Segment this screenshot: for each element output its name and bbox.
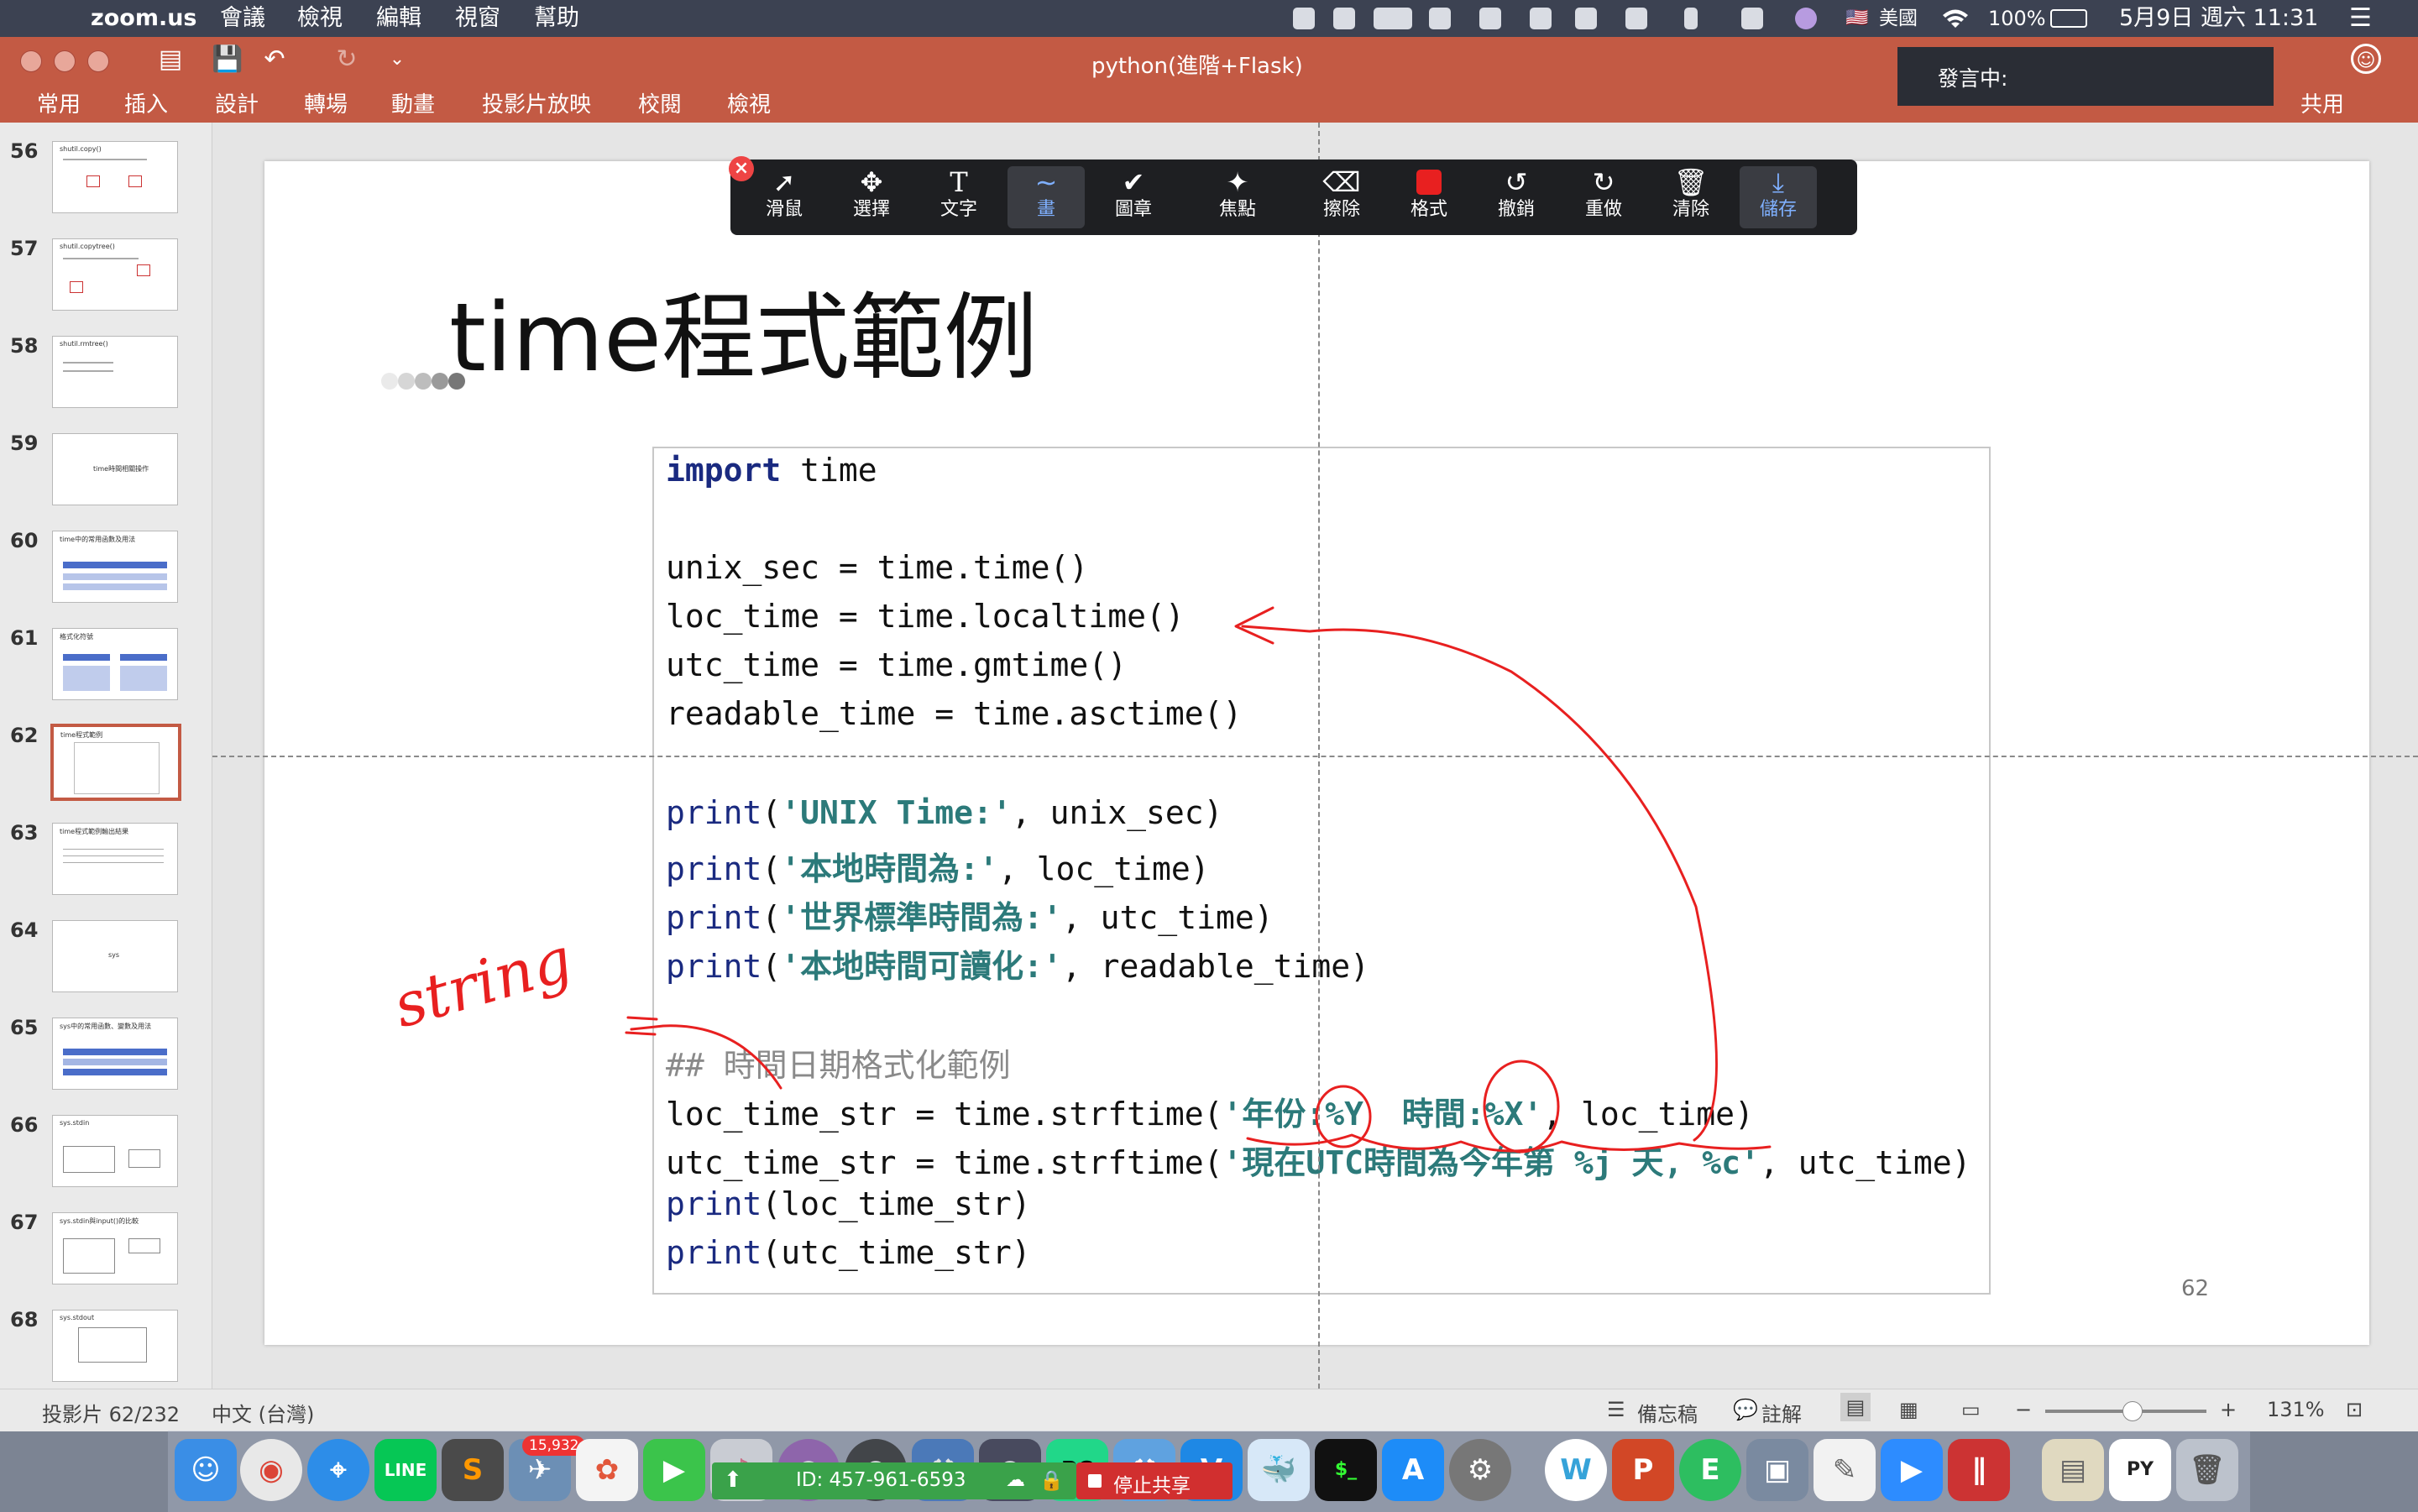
zoom-dock-icon[interactable]: ▶ [1881, 1439, 1943, 1501]
tool-mouse[interactable]: ➚ 滑鼠 [746, 166, 823, 228]
lock-icon: 🔒 [1039, 1470, 1064, 1492]
arrow-up-icon: ⬆ [724, 1468, 742, 1493]
sublime-text-icon[interactable]: S [442, 1439, 504, 1501]
stop-icon [1088, 1474, 1102, 1488]
trash-dock-icon[interactable]: 🗑 [2176, 1439, 2238, 1501]
pointer-icon: ➚ [772, 166, 796, 198]
facetime-icon[interactable]: ▶ [643, 1439, 705, 1501]
photos-icon[interactable]: ✿ [576, 1439, 638, 1501]
tool-text[interactable]: T 文字 [920, 166, 997, 228]
comments-button[interactable]: 註解 [1761, 1398, 1802, 1427]
zoom-out-icon[interactable]: − [2015, 1398, 2032, 1421]
tool-clear[interactable]: 🗑 清除 [1652, 166, 1730, 228]
system-preferences-icon[interactable]: ⚙ [1449, 1439, 1511, 1501]
normal-view-icon[interactable]: ▤ [1840, 1393, 1871, 1421]
textedit-icon[interactable]: ✎ [1814, 1439, 1876, 1501]
color-swatch-icon [1416, 170, 1442, 195]
powerpoint-statusbar: 投影片 62/232 中文 (台灣) ☰ 備忘稿 💬 註解 ▤ ▦ ▭ − + … [0, 1389, 2418, 1431]
zoom-meeting-id-bar[interactable]: ⬆ ID: 457-961-6593 ☁ 🔒 [712, 1462, 1076, 1499]
tool-erase[interactable]: ⌫ 擦除 [1303, 166, 1380, 228]
language-indicator[interactable]: 中文 (台灣) [212, 1398, 314, 1427]
notes-button[interactable]: 備忘稿 [1637, 1398, 1698, 1427]
line-icon[interactable]: LINE [374, 1439, 437, 1501]
python-file-icon[interactable]: PY [2109, 1439, 2171, 1501]
arrowhead-stroke [1234, 606, 1274, 645]
eraser-icon: ⌫ [1322, 166, 1361, 198]
text-icon: T [950, 166, 968, 198]
zoom-percent[interactable]: 131% [2267, 1398, 2325, 1421]
tool-redo[interactable]: ↻ 重做 [1565, 166, 1642, 228]
zoom-in-icon[interactable]: + [2220, 1398, 2237, 1421]
powerpoint-dock-icon[interactable]: P [1612, 1439, 1674, 1501]
move-icon: ✥ [860, 166, 883, 198]
notes-icon[interactable]: ☰ [1607, 1398, 1625, 1421]
circle-time-stroke [1483, 1059, 1560, 1154]
terminal-icon[interactable]: $_ [1315, 1439, 1377, 1501]
tool-undo[interactable]: ↺ 撤銷 [1478, 166, 1555, 228]
cloud-icon: ☁ [1006, 1469, 1025, 1491]
arrow-curve-stroke [1241, 625, 1718, 1142]
tool-spotlight[interactable]: ✦ 焦點 [1199, 166, 1276, 228]
finder-icon[interactable]: ☺ [175, 1439, 237, 1501]
magic-wand-icon: ✦ [1226, 166, 1249, 198]
reading-view-icon[interactable]: ▭ [1961, 1398, 1981, 1421]
evernote-icon[interactable]: E [1679, 1439, 1741, 1501]
save-download-icon: ⤓ [1772, 166, 1785, 198]
draw-wave-icon: ∼ [1034, 166, 1058, 198]
safari-icon[interactable]: ⌖ [307, 1439, 369, 1501]
app-store-icon[interactable]: A [1382, 1439, 1444, 1501]
slide-sorter-icon[interactable]: ▦ [1899, 1398, 1918, 1421]
tool-save[interactable]: ⤓ 儲存 [1740, 166, 1817, 228]
meeting-id: ID: 457-961-6593 [796, 1469, 966, 1491]
tool-draw[interactable]: ∼ 畫 [1008, 166, 1085, 228]
trash-icon: 🗑 [1673, 166, 1709, 198]
zoom-annotation-toolbar: × ➚ 滑鼠 ✥ 選擇 T 文字 ∼ 畫 ✔ 圖章 ✦ 焦點 ⌫ 擦除 格式 ↺ 撤銷 ↻ 重做 … [729, 156, 1857, 235]
comments-icon[interactable]: 💬 [1733, 1398, 1758, 1421]
downloads-folder-icon[interactable]: ▤ [2042, 1439, 2104, 1501]
parallels-icon[interactable]: ∥ [1948, 1439, 2010, 1501]
tool-stamp[interactable]: ✔ 圖章 [1095, 166, 1172, 228]
slide-position: 投影片 62/232 [42, 1403, 181, 1426]
redo-icon: ↻ [1592, 166, 1615, 198]
chrome-icon[interactable]: ◉ [240, 1439, 302, 1501]
preview-icon[interactable]: ▣ [1746, 1439, 1808, 1501]
fit-to-window-icon[interactable]: ⊡ [2346, 1398, 2363, 1421]
undo-icon: ↺ [1505, 166, 1528, 198]
handwritten-string: string [386, 923, 580, 1041]
tool-format[interactable]: 格式 [1390, 166, 1468, 228]
stop-share-label: 停止共享 [1113, 1475, 1191, 1497]
tool-select[interactable]: ✥ 選擇 [833, 166, 910, 228]
zoom-slider-handle[interactable] [2122, 1401, 2143, 1421]
docker-dock-icon[interactable]: 🐳 [1248, 1439, 1310, 1501]
webex-icon[interactable]: W [1545, 1439, 1607, 1501]
stop-share-button[interactable]: 停止共享 [1076, 1462, 1233, 1499]
checkmark-icon: ✔ [1122, 166, 1145, 198]
